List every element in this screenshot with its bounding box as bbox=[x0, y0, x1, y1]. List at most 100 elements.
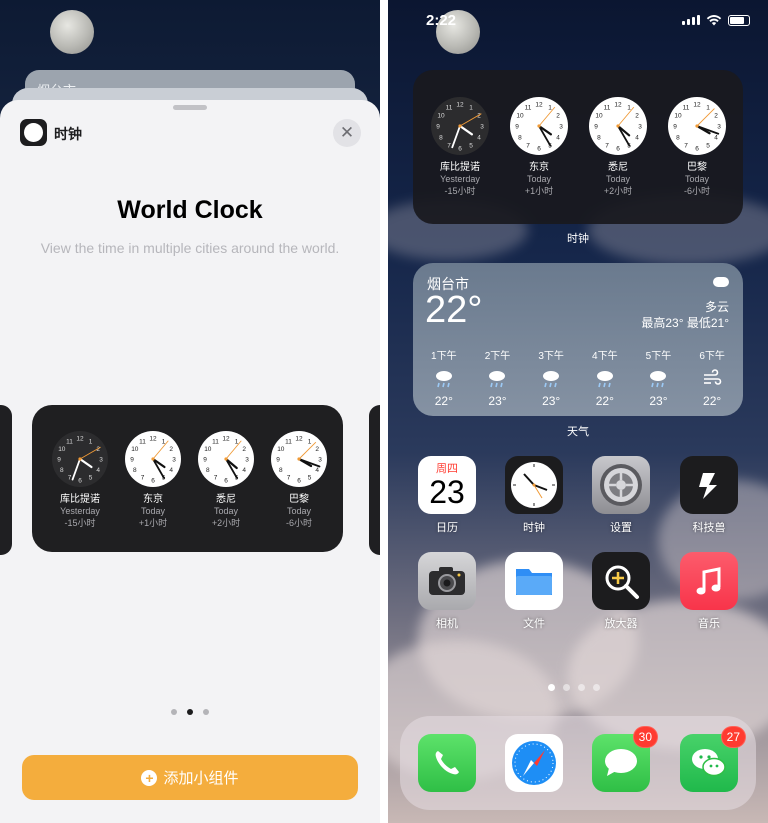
clock-pin bbox=[151, 457, 155, 461]
app-music[interactable]: 音乐 bbox=[674, 552, 744, 631]
clock-day: Today bbox=[141, 506, 166, 516]
clock-numeral: 3 bbox=[172, 457, 176, 464]
clock-numeral: 7 bbox=[684, 143, 688, 150]
page-dot[interactable] bbox=[593, 684, 600, 691]
clock-numeral: 11 bbox=[446, 104, 453, 111]
clock-numeral: 5 bbox=[706, 143, 710, 150]
page-dot[interactable] bbox=[563, 684, 570, 691]
hour-temp: 23° bbox=[649, 394, 668, 408]
page-dot[interactable] bbox=[548, 684, 555, 691]
clock-day: Today bbox=[606, 174, 631, 184]
clock-numeral: 3 bbox=[480, 124, 484, 131]
hour-time: 5下午 bbox=[645, 351, 672, 362]
unread-badge: 30 bbox=[632, 726, 658, 748]
clock-numeral: 11 bbox=[212, 438, 219, 445]
clock-numeral: 8 bbox=[439, 135, 443, 142]
page-dot[interactable] bbox=[187, 709, 193, 715]
app-files[interactable]: 文件 bbox=[499, 552, 569, 631]
app-kejishou[interactable]: 科技兽 bbox=[674, 456, 744, 535]
app-camera[interactable]: 相机 bbox=[412, 552, 482, 631]
app-clock[interactable]: 时钟 bbox=[499, 456, 569, 535]
clock-pin bbox=[695, 124, 699, 128]
clock-pin bbox=[537, 124, 541, 128]
dock-wechat[interactable]: 27 bbox=[674, 726, 746, 792]
clock-numeral: 12 bbox=[693, 102, 701, 109]
clock-pin bbox=[78, 457, 82, 461]
status-icons bbox=[682, 14, 750, 26]
clock-offset: -6小时 bbox=[684, 185, 710, 196]
weather-condition: 多云 bbox=[704, 300, 729, 314]
world-clock-widget[interactable]: 123456789101112库比提诺Yesterday-15小时1234567… bbox=[413, 70, 743, 224]
clock-day: Today bbox=[287, 506, 312, 516]
clock-numeral: 9 bbox=[673, 124, 677, 131]
clock-day: Yesterday bbox=[440, 174, 480, 184]
clock-numeral: 10 bbox=[131, 446, 139, 453]
home-page-indicator[interactable] bbox=[548, 684, 600, 691]
clock-numeral: 9 bbox=[130, 457, 134, 464]
sheet-grabber[interactable] bbox=[173, 105, 207, 110]
messages-icon: 30 bbox=[592, 726, 658, 792]
clock-numeral: 8 bbox=[206, 467, 210, 474]
world-clock-preview[interactable]: 123456789101112库比提诺Yesterday-15小时1234567… bbox=[32, 405, 343, 552]
app-magnifier[interactable]: 放大器 bbox=[586, 552, 656, 631]
clock-numeral: 3 bbox=[245, 457, 249, 464]
clock-numeral: 6 bbox=[537, 146, 541, 153]
dock-safari[interactable] bbox=[499, 734, 569, 792]
clock-pin bbox=[224, 457, 228, 461]
clock-city: 悉尼 bbox=[608, 161, 628, 173]
dock-phone[interactable] bbox=[412, 734, 482, 792]
clock-pin bbox=[616, 124, 620, 128]
kejishou-icon bbox=[680, 456, 738, 514]
status-time: 2:22 bbox=[426, 12, 457, 29]
app-label: 音乐 bbox=[698, 618, 720, 630]
clock-numeral: 7 bbox=[526, 143, 530, 150]
clock-numeral: 6 bbox=[458, 146, 462, 153]
weather-widget[interactable]: 烟台市 22° 多云 最高23° 最低21° 1下午 22° 2下午 23° 3下午 23… bbox=[413, 263, 743, 416]
hour-time: 1下午 bbox=[431, 351, 457, 362]
clock-numeral: 3 bbox=[638, 124, 642, 131]
app-label: 科技兽 bbox=[692, 522, 726, 534]
app-label: 设置 bbox=[610, 522, 632, 534]
close-button[interactable]: ✕ bbox=[333, 119, 361, 147]
clock-city: 东京 bbox=[143, 492, 163, 505]
clock-numeral: 9 bbox=[515, 124, 519, 131]
app-label: 放大器 bbox=[604, 618, 638, 630]
clock-day: Today bbox=[214, 506, 239, 516]
clock-numeral: 9 bbox=[436, 124, 440, 131]
prev-widget-peek[interactable] bbox=[0, 405, 12, 555]
clock-city: 库比提诺 bbox=[440, 160, 480, 173]
clock-numeral: 8 bbox=[518, 135, 522, 142]
clock-city: 东京 bbox=[529, 160, 549, 173]
clock-numeral: 6 bbox=[695, 146, 699, 153]
next-widget-peek[interactable] bbox=[369, 405, 380, 555]
clock-numeral: 9 bbox=[276, 457, 280, 464]
clock-numeral: 11 bbox=[66, 438, 73, 445]
hourly-forecast: 1下午 22° 2下午 23° 3下午 23° 4下午 22° 5下午 23° 6下午 22° bbox=[413, 347, 743, 408]
page-dot[interactable] bbox=[171, 709, 177, 715]
clock-numeral: 8 bbox=[60, 467, 64, 474]
hourly-item: 1下午 22° bbox=[419, 347, 469, 408]
page-dot[interactable] bbox=[578, 684, 585, 691]
clock-numeral: 5 bbox=[308, 475, 312, 482]
clock-numeral: 4 bbox=[556, 135, 560, 142]
clock-numeral: 7 bbox=[287, 475, 291, 482]
world-clock-faces: 123456789101112库比提诺Yesterday-15小时1234567… bbox=[431, 97, 726, 196]
city-clock: 123456789101112东京Today+1小时 bbox=[510, 97, 568, 196]
city-clock: 123456789101112悉尼Today+2小时 bbox=[589, 97, 647, 196]
calendar-icon: 周四 23 bbox=[418, 456, 476, 514]
clock-widget-label: 时钟 bbox=[567, 233, 589, 245]
clock-pin bbox=[297, 457, 301, 461]
wifi-icon bbox=[706, 15, 722, 26]
clock-offset: -15小时 bbox=[444, 185, 475, 196]
dock-messages[interactable]: 30 bbox=[586, 726, 658, 792]
page-dot[interactable] bbox=[203, 709, 209, 715]
hourly-item: 2下午 23° bbox=[472, 347, 522, 408]
folder-icon bbox=[505, 552, 563, 610]
music-note-icon bbox=[680, 552, 738, 610]
app-settings[interactable]: 设置 bbox=[586, 456, 656, 535]
app-calendar[interactable]: 周四 23 日历 bbox=[412, 456, 482, 535]
page-indicator[interactable] bbox=[171, 709, 209, 715]
clock-numeral: 10 bbox=[674, 113, 682, 120]
clock-numeral: 10 bbox=[204, 446, 212, 453]
add-widget-button[interactable]: + 添加小组件 bbox=[22, 755, 358, 800]
